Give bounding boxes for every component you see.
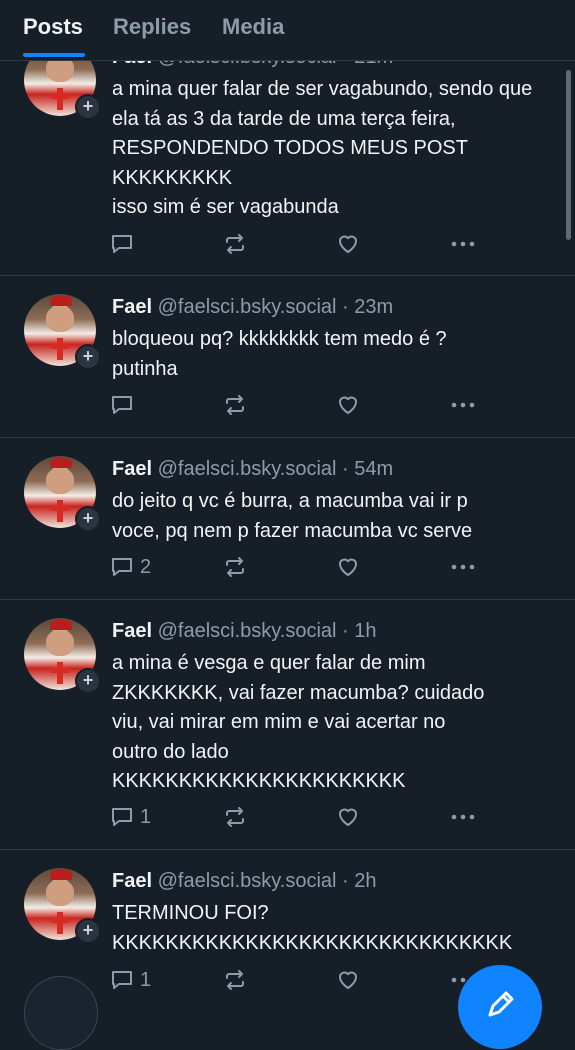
reply-icon [110, 968, 134, 992]
more-icon [450, 555, 476, 579]
post-actions [110, 391, 490, 419]
like-button[interactable] [336, 803, 360, 831]
repost-icon [223, 805, 247, 829]
author-handle[interactable]: @faelsci.bsky.social [158, 458, 337, 480]
like-button[interactable] [336, 553, 360, 581]
author-handle[interactable]: @faelsci.bsky.social [158, 620, 337, 642]
reply-icon [110, 393, 134, 417]
post-time[interactable]: 23m [354, 296, 393, 318]
repost-button[interactable] [223, 966, 247, 994]
post-header: Fael @faelsci.bsky.social · 54m [112, 458, 394, 480]
repost-button[interactable] [223, 553, 247, 581]
compose-button[interactable] [458, 965, 542, 1049]
post-time[interactable]: 1h [354, 620, 376, 642]
post-text: TERMINOU FOI? KKKKKKKKKKKKKKKKKKKKKKKKKK… [112, 902, 513, 954]
author-name[interactable]: Fael [112, 296, 152, 318]
plus-icon[interactable]: + [75, 94, 101, 120]
post-actions [110, 230, 490, 258]
like-icon [336, 393, 360, 417]
post-header: Fael @faelsci.bsky.social · 2h [112, 870, 377, 892]
more-icon [450, 232, 476, 256]
like-icon [336, 232, 360, 256]
active-tab-indicator [23, 53, 85, 57]
author-name[interactable]: Fael [112, 870, 152, 892]
author-name[interactable]: Fael [112, 458, 152, 480]
post-item[interactable]: + Fael @faelsci.bsky.social · 54m do jei… [0, 438, 575, 600]
post-header: Fael @faelsci.bsky.social · 1h [112, 620, 377, 642]
reply-count: 1 [140, 968, 152, 991]
like-button[interactable] [336, 391, 360, 419]
repost-button[interactable] [223, 230, 247, 258]
plus-icon[interactable]: + [75, 344, 101, 370]
post-text: a mina é vesga e quer falar de mim ZKKKK… [112, 652, 485, 792]
author-handle[interactable]: @faelsci.bsky.social [158, 296, 337, 318]
post-actions: 1 [110, 803, 490, 831]
plus-icon[interactable]: + [75, 918, 101, 944]
more-icon [450, 805, 476, 829]
repost-icon [223, 232, 247, 256]
like-button[interactable] [336, 230, 360, 258]
reply-count: 1 [140, 805, 152, 828]
post-item[interactable]: + Fael @faelsci.bsky.social · 23m bloque… [0, 276, 575, 438]
post-feed: + Fael @faelsci.bsky.social · 21m a mina… [0, 0, 575, 1050]
more-button[interactable] [450, 391, 476, 419]
like-icon [336, 555, 360, 579]
more-button[interactable] [450, 803, 476, 831]
like-icon [336, 968, 360, 992]
post-text: do jeito q vc é burra, a macumba vai ir … [112, 490, 473, 542]
repost-button[interactable] [223, 803, 247, 831]
reply-button[interactable] [110, 391, 140, 419]
tab-media[interactable]: Media [222, 14, 284, 40]
post-actions: 1 [110, 966, 490, 994]
tab-replies[interactable]: Replies [113, 14, 191, 40]
post-item[interactable]: + Fael @faelsci.bsky.social · 1h a mina … [0, 600, 575, 850]
reply-button[interactable]: 2 [110, 553, 151, 581]
repost-button[interactable] [223, 391, 247, 419]
avatar[interactable] [24, 976, 98, 1050]
like-button[interactable] [336, 966, 360, 994]
repost-icon [223, 393, 247, 417]
author-name[interactable]: Fael [112, 620, 152, 642]
post-text: bloqueou pq? kkkkkkkk tem medo é ? putin… [112, 328, 447, 380]
repost-icon [223, 968, 247, 992]
profile-tabs: Posts Replies Media [0, 0, 575, 61]
author-handle[interactable]: @faelsci.bsky.social [158, 870, 337, 892]
more-button[interactable] [450, 230, 476, 258]
repost-icon [223, 555, 247, 579]
post-text: a mina quer falar de ser vagabundo, send… [112, 78, 533, 218]
reply-count: 2 [140, 555, 152, 578]
reply-button[interactable] [110, 230, 140, 258]
reply-icon [110, 555, 134, 579]
tab-posts[interactable]: Posts [23, 14, 83, 40]
post-actions: 2 [110, 553, 490, 581]
post-header: Fael @faelsci.bsky.social · 23m [112, 296, 394, 318]
reply-icon [110, 232, 134, 256]
more-icon [450, 393, 476, 417]
plus-icon[interactable]: + [75, 506, 101, 532]
more-button[interactable] [450, 553, 476, 581]
like-icon [336, 805, 360, 829]
post-time[interactable]: 2h [354, 870, 376, 892]
post-time[interactable]: 54m [354, 458, 393, 480]
reply-button[interactable]: 1 [110, 966, 151, 994]
reply-icon [110, 805, 134, 829]
reply-button[interactable]: 1 [110, 803, 151, 831]
scrollbar[interactable] [566, 70, 571, 240]
plus-icon[interactable]: + [75, 668, 101, 694]
